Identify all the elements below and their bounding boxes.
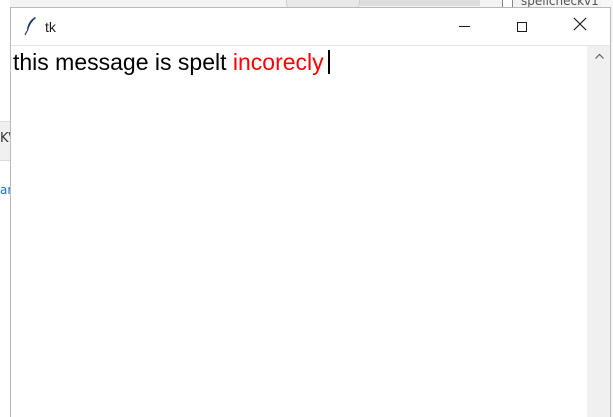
text-editor[interactable]: this message is spelt incorecly <box>11 46 588 417</box>
minimize-button[interactable] <box>435 8 493 45</box>
background-app-left: K\ ar <box>0 0 13 417</box>
background-tab-strip <box>360 0 480 6</box>
editor-line: this message is spelt incorecly <box>13 47 330 77</box>
window-title: tk <box>45 19 56 35</box>
maximize-icon <box>517 21 527 32</box>
misspelled-word: incorecly <box>232 49 324 75</box>
close-icon <box>573 17 587 36</box>
maximize-button[interactable] <box>493 8 551 45</box>
chevron-up-icon <box>594 46 604 64</box>
text-caret <box>327 50 330 74</box>
feather-icon <box>23 16 39 36</box>
editor-text: this message is spelt <box>13 49 233 75</box>
scroll-up-button[interactable] <box>588 46 610 64</box>
vertical-scrollbar[interactable] <box>587 46 610 417</box>
close-button[interactable] <box>551 8 609 45</box>
minimize-icon <box>458 26 470 27</box>
tk-window[interactable]: tk this message is spelt incorecly <box>10 7 611 417</box>
title-bar[interactable]: tk <box>11 8 610 46</box>
